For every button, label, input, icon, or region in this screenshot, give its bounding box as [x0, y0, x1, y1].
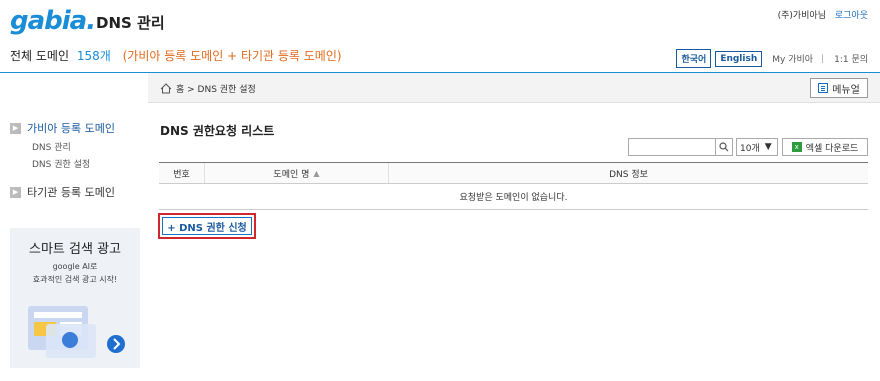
gabia-logo[interactable]: gabia. [10, 6, 96, 36]
page-title: DNS 권한요청 리스트 [160, 124, 275, 138]
summary-note: (가비아 등록 도메인 + 타기관 등록 도메인) [122, 49, 342, 63]
sidebar-item-gabia-domains[interactable]: ▶ 가비아 등록 도메인 [10, 120, 140, 136]
arrow-right-icon: ▶ [10, 122, 21, 134]
ad-illustration [28, 306, 125, 358]
my-gabia-link[interactable]: My 가비아 [772, 52, 813, 65]
separator: | [821, 53, 825, 64]
search-input[interactable] [628, 138, 716, 156]
company-name: (주)가비아님 [777, 11, 826, 21]
search-button[interactable] [715, 138, 733, 156]
chevron-down-icon: ▼ [764, 142, 772, 152]
excel-icon: x [791, 142, 802, 152]
request-button-label: + DNS 권한 신청 [162, 217, 252, 235]
sidebar-item-dns-permission[interactable]: DNS 권한 설정 [32, 157, 140, 170]
domain-count: 158개 [76, 49, 111, 63]
dns-request-table: 번호 도메인 명 ▲ DNS 정보 요청받은 도메인이 없습니다. [159, 162, 868, 210]
ad-subtitle: google AI로 효과적인 검색 광고 시작! [10, 260, 140, 286]
arrow-right-icon [107, 335, 125, 353]
inquiry-link[interactable]: 1:1 문의 [834, 52, 868, 65]
column-dns-info: DNS 정보 [609, 169, 648, 180]
per-page-select[interactable]: 10개 ▼ [736, 138, 778, 156]
excel-label: 엑셀 다운로드 [805, 143, 859, 154]
breadcrumb: 홈 > DNS 권한 설정 [160, 82, 256, 95]
breadcrumb-bar: 홈 > DNS 권한 설정 메뉴얼 [148, 73, 880, 103]
per-page-value: 10개 [740, 143, 760, 154]
arrow-right-icon: ▶ [10, 186, 21, 198]
manual-button[interactable]: 메뉴얼 [810, 78, 868, 98]
manual-label: 메뉴얼 [832, 84, 860, 96]
excel-download-button[interactable]: x 엑셀 다운로드 [782, 138, 868, 156]
ad-title: 스마트 검색 광고 [29, 242, 121, 257]
dns-permission-request-button[interactable]: + DNS 권한 신청 [158, 213, 256, 239]
sidebar-group-label: 가비아 등록 도메인 [27, 122, 115, 135]
empty-message: 요청받은 도메인이 없습니다. [159, 184, 868, 210]
header: gabia. DNS 관리 (주)가비아님 로그아웃 [0, 0, 880, 40]
breadcrumb-text: 홈 > DNS 권한 설정 [176, 85, 256, 95]
home-icon[interactable] [160, 83, 172, 94]
domain-summary: 전체 도메인 158개 (가비아 등록 도메인 + 타기관 등록 도메인) [10, 47, 342, 64]
user-bar: (주)가비아님 로그아웃 [778, 8, 868, 21]
ad-banner[interactable]: 스마트 검색 광고 google AI로 효과적인 검색 광고 시작! [10, 228, 140, 368]
sidebar: ▶ 가비아 등록 도메인 DNS 관리 DNS 권한 설정 ▶ 타기관 등록 도… [10, 120, 140, 200]
ad-line-2: 효과적인 검색 광고 시작! [32, 275, 118, 284]
sidebar-item-dns-manage[interactable]: DNS 관리 [32, 140, 140, 153]
logout-link[interactable]: 로그아웃 [835, 11, 868, 21]
english-button[interactable]: English [715, 50, 763, 67]
menu-icon [818, 83, 829, 93]
column-domain[interactable]: 도메인 명 ▲ [205, 163, 389, 183]
ad-line-1: google AI로 [52, 262, 98, 271]
sidebar-group-label: 타기관 등록 도메인 [27, 186, 115, 199]
language-bar: 한국어 English My 가비아 | 1:1 문의 [672, 49, 868, 68]
korean-button[interactable]: 한국어 [676, 49, 712, 68]
table-header: 번호 도메인 명 ▲ DNS 정보 [159, 162, 868, 184]
app-title: DNS 관리 [96, 14, 165, 32]
summary-label: 전체 도메인 [10, 49, 70, 63]
sort-icon[interactable]: ▲ [313, 169, 319, 178]
sidebar-item-other-domains[interactable]: ▶ 타기관 등록 도메인 [10, 184, 140, 200]
search-icon [719, 142, 729, 152]
column-number: 번호 [159, 163, 205, 183]
